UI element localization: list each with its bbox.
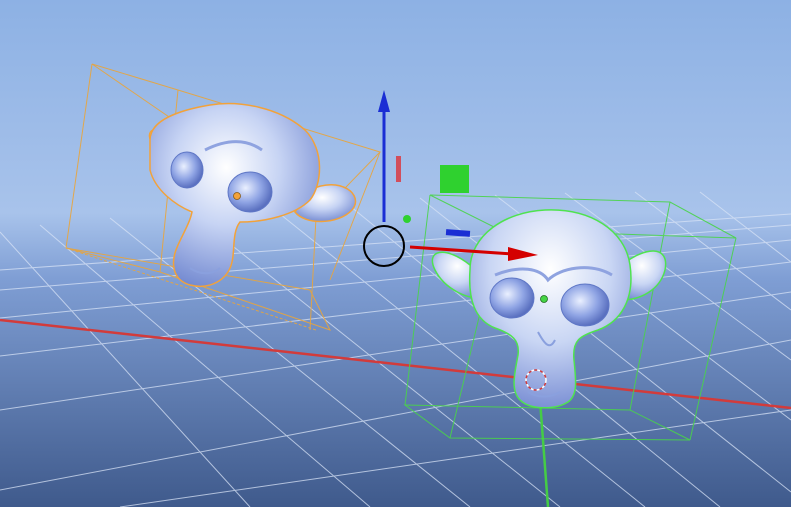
- monkey-left-eye-left: [170, 151, 204, 189]
- monkey-left-origin: [233, 192, 241, 200]
- monkey-right-eye-left: [489, 277, 535, 319]
- viewport-scene[interactable]: [0, 0, 791, 507]
- monkey-right-origin: [540, 295, 548, 303]
- monkey-left-eye-right: [227, 171, 273, 213]
- 3d-viewport[interactable]: [0, 0, 791, 507]
- y-plane-handle-icon[interactable]: [440, 165, 469, 193]
- xz-plane-handle-icon[interactable]: [396, 156, 401, 182]
- gizmo-y-dot[interactable]: [403, 215, 411, 223]
- monkey-right-eye-right: [560, 283, 610, 327]
